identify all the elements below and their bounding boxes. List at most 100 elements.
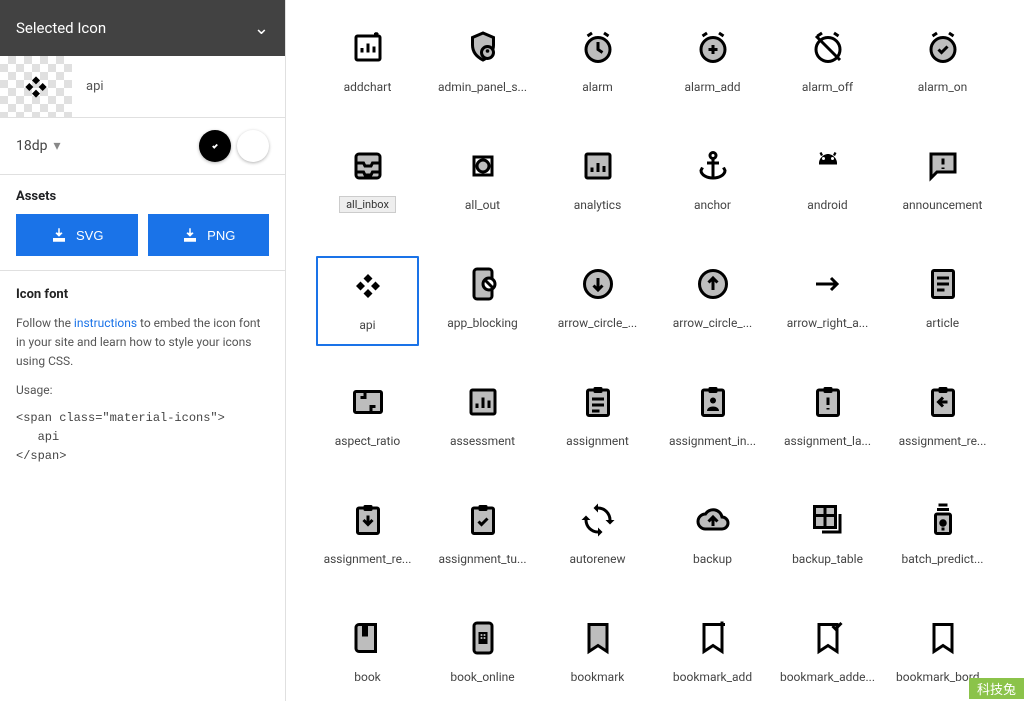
icon-cell-bookmark_added[interactable]: bookmark_adde... xyxy=(776,610,879,700)
icon-cell-backup_table[interactable]: backup_table xyxy=(776,492,879,582)
icon-cell-bookmark[interactable]: bookmark xyxy=(546,610,649,700)
all_out-icon xyxy=(461,144,505,188)
arrow_circle_down-icon xyxy=(576,262,620,306)
assets-title: Assets xyxy=(16,189,269,204)
alarm_add-icon xyxy=(691,26,735,70)
usage-label: Usage: xyxy=(16,381,269,400)
selected-icon-header[interactable]: Selected Icon ⌄ xyxy=(0,0,285,56)
chevron-down-icon: ⌄ xyxy=(254,18,269,39)
icon-label: backup xyxy=(693,552,732,566)
icon-label: android xyxy=(807,198,847,212)
iconfont-desc: Follow the instructions to embed the ico… xyxy=(16,314,269,372)
usage-code: <span class="material-icons"> api </span… xyxy=(16,409,269,467)
alarm_on-icon xyxy=(921,26,965,70)
icon-cell-batch_prediction[interactable]: batch_predict... xyxy=(891,492,994,582)
assignment_ind-icon xyxy=(691,380,735,424)
icon-cell-assignment_return[interactable]: assignment_re... xyxy=(891,374,994,464)
analytics-icon xyxy=(576,144,620,188)
download-png-button[interactable]: PNG xyxy=(148,214,270,256)
icon-label: arrow_circle_... xyxy=(558,316,637,330)
icon-cell-all_inbox[interactable]: all_inboxall_inbox xyxy=(316,138,419,228)
bookmark-icon xyxy=(576,616,620,660)
color-swatch-white[interactable] xyxy=(237,130,269,162)
icon-grid: addchart admin_panel_s... alarmalarm_addal… xyxy=(316,20,994,700)
icon-grid-scroll[interactable]: addchart admin_panel_s... alarmalarm_addal… xyxy=(286,0,1024,701)
icon-cell-announcement[interactable]: announcement xyxy=(891,138,994,228)
icon-label: autorenew xyxy=(569,552,625,566)
icon-cell-assessment[interactable]: assessment xyxy=(431,374,534,464)
icon-cell-alarm_off[interactable]: alarm_off xyxy=(776,20,879,110)
color-swatch-black[interactable] xyxy=(199,130,231,162)
icon-cell-assignment_ind[interactable]: assignment_in... xyxy=(661,374,764,464)
download-icon xyxy=(50,226,68,244)
icon-cell-alarm_add[interactable]: alarm_add xyxy=(661,20,764,110)
icon-cell-article[interactable]: article xyxy=(891,256,994,346)
icon-label: alarm_off xyxy=(802,80,853,94)
color-swatches xyxy=(199,130,269,162)
icon-label: api xyxy=(359,318,375,332)
icon-label: aspect_ratio xyxy=(335,434,401,448)
icon-label: admin_panel_s... xyxy=(438,80,527,94)
icon-cell-assignment_returned[interactable]: assignment_re... xyxy=(316,492,419,582)
icon-label: assignment xyxy=(566,434,629,448)
dropdown-arrow-icon: ▾ xyxy=(54,138,61,154)
icon-cell-autorenew[interactable]: autorenew xyxy=(546,492,649,582)
app_blocking-icon xyxy=(461,262,505,306)
icon-cell-all_out[interactable]: all_out xyxy=(431,138,534,228)
icon-label: assignment_tu... xyxy=(438,552,526,566)
download-icon xyxy=(181,226,199,244)
icon-preview-thumb xyxy=(0,56,72,118)
assignment_return-icon xyxy=(921,380,965,424)
icon-cell-analytics[interactable]: analytics xyxy=(546,138,649,228)
icon-cell-assignment[interactable]: assignment xyxy=(546,374,649,464)
icon-cell-assignment_late[interactable]: assignment_la... xyxy=(776,374,879,464)
icon-label: alarm_on xyxy=(918,80,967,94)
icon-preview-name: api xyxy=(72,79,104,94)
assessment-icon xyxy=(461,380,505,424)
selected-icon-title: Selected Icon xyxy=(16,19,106,37)
icon-cell-anchor[interactable]: anchor xyxy=(661,138,764,228)
icon-cell-arrow_circle_up[interactable]: arrow_circle_... xyxy=(661,256,764,346)
backup_table-icon xyxy=(806,498,850,542)
icon-label: announcement xyxy=(903,198,983,212)
icon-cell-assignment_turned_in[interactable]: assignment_tu... xyxy=(431,492,534,582)
icon-cell-bookmark_add[interactable]: bookmark_add xyxy=(661,610,764,700)
icon-cell-app_blocking[interactable]: app_blocking xyxy=(431,256,534,346)
icon-label: arrow_right_a... xyxy=(787,316,869,330)
icon-cell-api[interactable]: api xyxy=(316,256,419,346)
icon-cell-arrow_right_alt[interactable]: arrow_right_a... xyxy=(776,256,879,346)
icon-cell-alarm[interactable]: alarm xyxy=(546,20,649,110)
book_online-icon xyxy=(461,616,505,660)
icon-cell-alarm_on[interactable]: alarm_on xyxy=(891,20,994,110)
icon-label: assessment xyxy=(450,434,515,448)
icon-cell-backup[interactable]: backup xyxy=(661,492,764,582)
icon-label: bookmark_add xyxy=(673,670,752,684)
addchart-icon xyxy=(346,26,390,70)
icon-label: assignment_la... xyxy=(784,434,871,448)
icon-cell-aspect_ratio[interactable]: aspect_ratio xyxy=(316,374,419,464)
arrow_right_alt-icon xyxy=(806,262,850,306)
icon-cell-arrow_circle_down[interactable]: arrow_circle_... xyxy=(546,256,649,346)
assignment_late-icon xyxy=(806,380,850,424)
alarm-icon xyxy=(576,26,620,70)
icon-preview-row: api xyxy=(0,56,285,118)
all_inbox-icon xyxy=(346,144,390,188)
download-svg-button[interactable]: SVG xyxy=(16,214,138,256)
icon-cell-book[interactable]: book xyxy=(316,610,419,700)
icon-label: addchart xyxy=(344,80,392,94)
icon-cell-android[interactable]: android xyxy=(776,138,879,228)
size-select[interactable]: 18dp ▾ xyxy=(16,138,61,154)
assignment_turned_in-icon xyxy=(461,498,505,542)
instructions-link[interactable]: instructions xyxy=(74,316,137,330)
admin_panel_settings-icon xyxy=(461,26,505,70)
icon-label: article xyxy=(926,316,959,330)
icon-label: app_blocking xyxy=(447,316,518,330)
aspect_ratio-icon xyxy=(346,380,390,424)
icon-cell-addchart[interactable]: addchart xyxy=(316,20,419,110)
icon-cell-admin_panel_settings[interactable]: admin_panel_s... xyxy=(431,20,534,110)
iconfont-title: Icon font xyxy=(16,285,269,306)
assets-block: Assets SVG PNG xyxy=(0,175,285,271)
icon-cell-book_online[interactable]: book_online xyxy=(431,610,534,700)
icon-label: batch_predict... xyxy=(902,552,984,566)
icon-label: backup_table xyxy=(792,552,863,566)
